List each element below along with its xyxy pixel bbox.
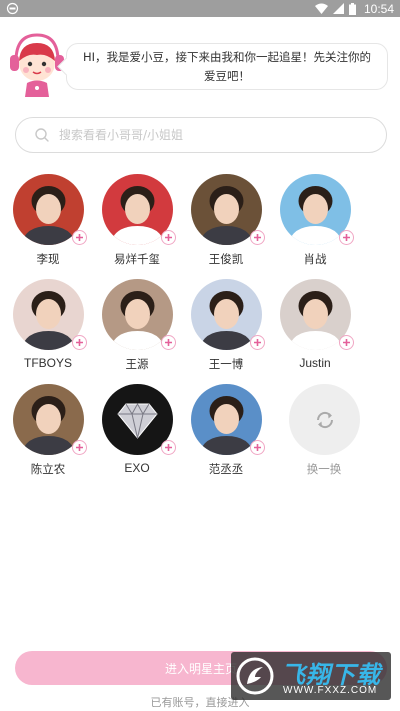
signal-icon (332, 3, 344, 14)
refresh-label: 换一换 (306, 462, 342, 476)
follow-plus-icon[interactable] (72, 230, 87, 245)
idol-name: 李现 (36, 252, 60, 266)
idol-card[interactable]: 易烊千玺 (92, 170, 182, 270)
follow-plus-icon[interactable] (250, 230, 265, 245)
watermark-url: WWW.FXXZ.COM (283, 685, 378, 696)
battery-icon (348, 2, 356, 15)
idol-name: 范丞丞 (208, 462, 244, 476)
enter-button-label: 进入明星主页 (164, 661, 237, 676)
follow-plus-icon[interactable] (250, 335, 265, 350)
idol-name: 王俊凯 (208, 252, 244, 266)
idol-card[interactable]: 肖战 (270, 170, 360, 270)
watermark: 飞翔下载 WWW.FXXZ.COM (231, 652, 391, 700)
idol-card[interactable]: 范丞丞 (181, 380, 271, 480)
idol-name: 易烊千玺 (114, 252, 160, 266)
refresh-button[interactable]: 换一换 (279, 380, 369, 480)
idol-card[interactable]: 李现 (3, 170, 93, 270)
idol-card[interactable]: 王俊凯 (181, 170, 271, 270)
follow-plus-icon[interactable] (161, 440, 176, 455)
welcome-message: HI，我是爱小豆，接下来由我和你一起追星！先关注你的爱豆吧！ (82, 49, 372, 83)
idol-name: 肖战 (303, 252, 327, 266)
watermark-logo (236, 657, 274, 695)
idol-card[interactable]: TFBOYS (3, 275, 93, 375)
idol-card[interactable]: Justin (270, 275, 360, 375)
app-notification-icon (6, 2, 19, 15)
follow-plus-icon[interactable] (72, 440, 87, 455)
idol-name: EXO (124, 461, 150, 475)
refresh-circle[interactable] (289, 384, 360, 455)
idol-card[interactable]: 王源 (92, 275, 182, 375)
search-icon (35, 128, 49, 142)
refresh-icon (316, 411, 333, 428)
search-input[interactable] (59, 128, 339, 142)
status-bar: 10:54 (0, 0, 400, 17)
follow-plus-icon[interactable] (250, 440, 265, 455)
idol-name: 王一博 (208, 357, 244, 371)
wifi-icon (314, 3, 328, 14)
follow-plus-icon[interactable] (161, 335, 176, 350)
follow-plus-icon[interactable] (339, 335, 354, 350)
search-bar[interactable] (15, 117, 387, 153)
follow-plus-icon[interactable] (72, 335, 87, 350)
status-time: 10:54 (363, 1, 394, 16)
idol-name: 陈立农 (30, 462, 66, 476)
welcome-bubble: HI，我是爱小豆，接下来由我和你一起追星！先关注你的爱豆吧！ (66, 43, 388, 90)
idol-name: TFBOYS (23, 356, 72, 370)
idol-card[interactable]: 陈立农 (3, 380, 93, 480)
idol-name: Justin (299, 356, 331, 370)
follow-plus-icon[interactable] (339, 230, 354, 245)
idol-name: 王源 (125, 357, 149, 371)
idol-card[interactable]: EXO (92, 380, 182, 480)
idol-card[interactable]: 王一博 (181, 275, 271, 375)
follow-plus-icon[interactable] (161, 230, 176, 245)
